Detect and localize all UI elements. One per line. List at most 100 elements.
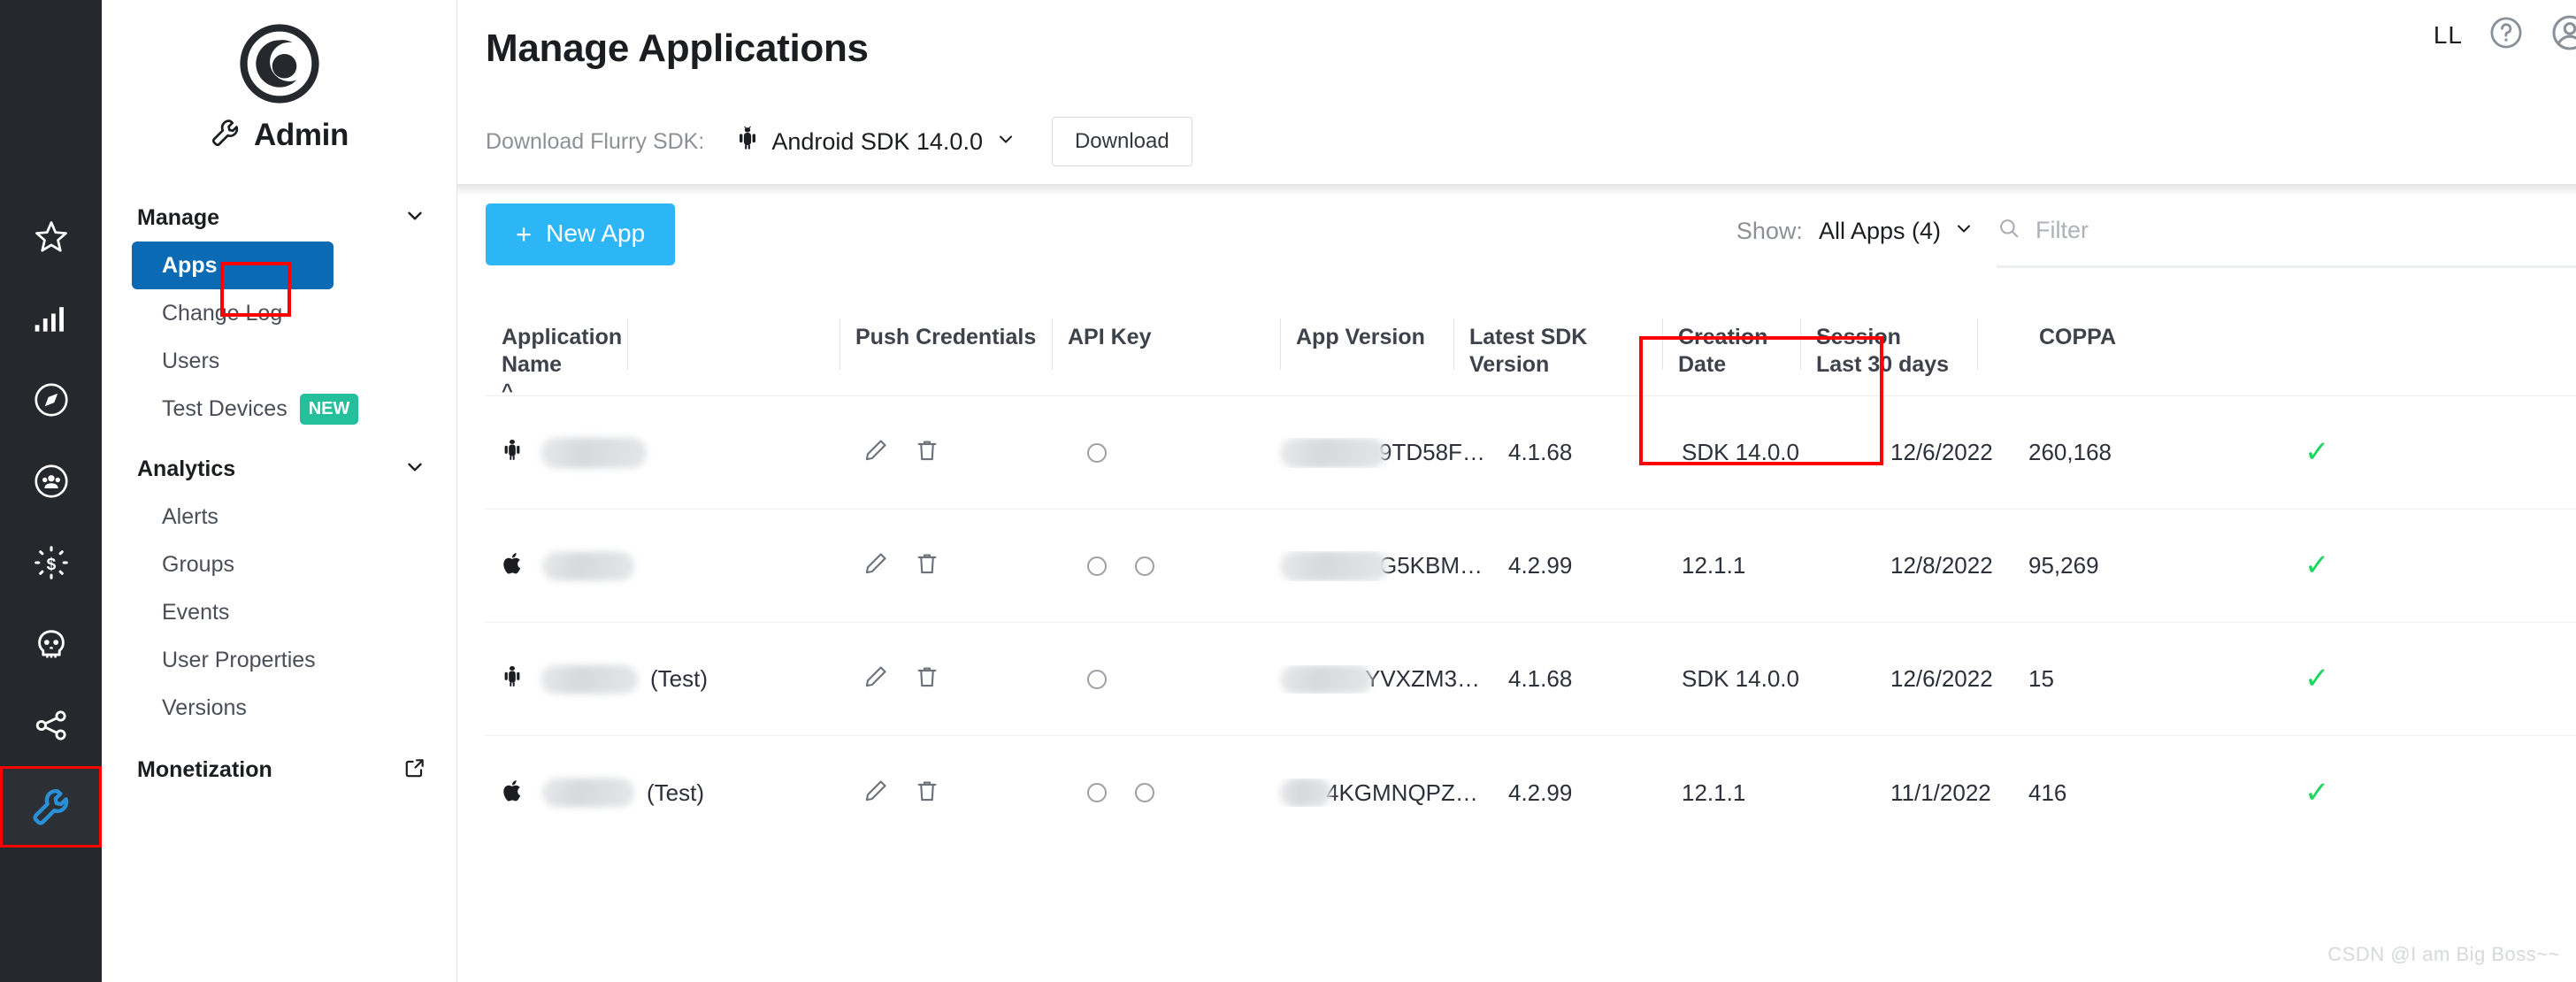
watermark: CSDN @I am Big Boss~~ bbox=[2327, 943, 2560, 965]
check-icon: ✓ bbox=[2304, 549, 2330, 582]
rail-item-crash[interactable] bbox=[0, 603, 102, 685]
redacted-app-name bbox=[542, 551, 634, 580]
table-row[interactable]: 9TD58F… 4.1.68 SDK 14.0.0 12/6/2022 260,… bbox=[486, 396, 2576, 510]
filter-field[interactable] bbox=[1997, 216, 2576, 257]
cell-api-key[interactable]: 9TD58F… bbox=[1264, 437, 1492, 468]
help-icon[interactable] bbox=[2488, 14, 2525, 56]
sidebar-item-test-devices[interactable]: Test Devices NEW bbox=[102, 385, 456, 433]
filter-input[interactable] bbox=[2036, 217, 2576, 244]
edit-pencil-icon[interactable] bbox=[862, 664, 889, 694]
sidebar-item-versions[interactable]: Versions bbox=[102, 684, 456, 732]
cell-creation-date: 11/1/2022 bbox=[1890, 779, 1991, 806]
chevron-down-icon bbox=[403, 204, 426, 232]
rail-item-monetization[interactable]: $ bbox=[0, 522, 102, 603]
cell-latest-sdk-version: 12.1.1 bbox=[1682, 779, 1746, 806]
table-row[interactable]: (Test) YVXZM3… 4.1.68 SDK 14.0.0 12/6/20… bbox=[486, 623, 2576, 736]
edit-pencil-icon[interactable] bbox=[862, 550, 889, 581]
cell-api-key[interactable]: YVXZM3… bbox=[1264, 664, 1492, 694]
cell-row-actions bbox=[840, 550, 1052, 581]
column-header-application-name[interactable]: Application Name ^ bbox=[486, 299, 627, 403]
show-select[interactable]: All Apps (4) bbox=[1819, 218, 1974, 245]
brand-logo bbox=[102, 0, 456, 104]
sidebar-item-groups[interactable]: Groups bbox=[102, 541, 456, 588]
cell-coppa: ✓ bbox=[2189, 437, 2384, 468]
delete-trash-icon[interactable] bbox=[914, 437, 940, 468]
column-header-coppa[interactable]: COPPA bbox=[1977, 299, 2172, 370]
chevron-down-icon bbox=[995, 128, 1016, 156]
cell-sessions: 260,168 bbox=[2028, 439, 2112, 465]
edit-pencil-icon[interactable] bbox=[862, 778, 889, 809]
push-credential-slot[interactable] bbox=[1087, 442, 1107, 463]
sidebar-item-apps[interactable]: Apps bbox=[132, 242, 334, 289]
column-header-session[interactable]: Session Last 30 days bbox=[1800, 299, 1977, 378]
sidebar-item-alerts[interactable]: Alerts bbox=[102, 493, 456, 541]
flurry-logo-icon bbox=[239, 24, 319, 104]
column-header-creation-date-line1: Creation bbox=[1678, 325, 1768, 349]
sidebar-item-users[interactable]: Users bbox=[102, 337, 456, 385]
delete-trash-icon[interactable] bbox=[914, 778, 940, 809]
table-row[interactable]: (Test) 4KGMNQPZ… 4.2.99 12.1.1 11/1/2022… bbox=[486, 736, 2576, 849]
sidebar-item-events[interactable]: Events bbox=[102, 588, 456, 636]
download-button[interactable]: Download bbox=[1051, 117, 1192, 166]
rail-item-explorer[interactable] bbox=[0, 359, 102, 441]
check-icon: ✓ bbox=[2304, 775, 2330, 809]
android-icon bbox=[736, 126, 759, 158]
push-credential-slot[interactable] bbox=[1087, 669, 1107, 689]
table-row[interactable]: G5KBM… 4.2.99 12.1.1 12/8/2022 95,269 ✓ bbox=[486, 510, 2576, 623]
push-credential-slot[interactable] bbox=[1135, 783, 1154, 802]
cell-latest-sdk-version: 12.1.1 bbox=[1682, 552, 1746, 579]
sidebar-item-versions-label: Versions bbox=[162, 694, 247, 720]
avatar[interactable] bbox=[2549, 12, 2576, 58]
app-name-suffix: (Test) bbox=[647, 779, 704, 806]
cell-push-credentials bbox=[1052, 556, 1264, 576]
sidebar-group-analytics[interactable]: Analytics bbox=[102, 445, 456, 493]
sidebar-group-analytics-label: Analytics bbox=[137, 456, 236, 481]
cell-application-name bbox=[486, 437, 840, 468]
show-label: Show: bbox=[1736, 218, 1803, 244]
sidebar-item-user-properties-label: User Properties bbox=[162, 647, 316, 672]
cell-push-credentials bbox=[1052, 783, 1264, 802]
column-header-app-version-label: App Version bbox=[1296, 325, 1425, 349]
sdk-download-label: Download Flurry SDK: bbox=[486, 128, 705, 154]
sidebar-item-monetization[interactable]: Monetization bbox=[102, 746, 456, 794]
sdk-version-select[interactable]: Android SDK 14.0.0 bbox=[736, 126, 1016, 158]
cell-coppa: ✓ bbox=[2189, 778, 2384, 809]
check-icon: ✓ bbox=[2304, 435, 2330, 469]
app-name-suffix: (Test) bbox=[650, 665, 708, 692]
cell-app-version: 4.1.68 bbox=[1508, 665, 1573, 692]
sidebar-item-test-devices-label: Test Devices bbox=[162, 395, 288, 421]
cell-api-key[interactable]: 4KGMNQPZ… bbox=[1264, 779, 1492, 807]
delete-trash-icon[interactable] bbox=[914, 550, 940, 581]
sidebar-group-manage-label: Manage bbox=[137, 204, 220, 230]
cell-api-key[interactable]: G5KBM… bbox=[1264, 550, 1492, 581]
column-header-creation-date[interactable]: Creation Date bbox=[1662, 299, 1800, 378]
push-credential-slot[interactable] bbox=[1087, 556, 1107, 576]
external-link-icon bbox=[403, 756, 426, 784]
new-app-button[interactable]: + New App bbox=[486, 203, 676, 265]
audience-icon bbox=[31, 461, 72, 502]
rail-item-share[interactable] bbox=[0, 685, 102, 766]
sidebar-item-change-log[interactable]: Change Log bbox=[102, 289, 456, 337]
sidebar-item-user-properties[interactable]: User Properties bbox=[102, 636, 456, 684]
cell-latest-sdk-version: SDK 14.0.0 bbox=[1682, 439, 1799, 465]
column-header-application-name-label: Application Name bbox=[502, 325, 623, 377]
sidebar-group-manage[interactable]: Manage bbox=[102, 194, 456, 242]
sidebar-item-users-label: Users bbox=[162, 348, 220, 373]
column-header-app-version[interactable]: App Version bbox=[1280, 299, 1453, 370]
compass-icon bbox=[31, 380, 72, 420]
column-header-push-credentials[interactable]: Push Credentials bbox=[840, 299, 1052, 370]
push-credential-slot[interactable] bbox=[1087, 783, 1107, 802]
column-header-latest-sdk-version[interactable]: Latest SDK Version bbox=[1453, 299, 1662, 378]
rail-item-analytics[interactable] bbox=[0, 278, 102, 359]
rail-item-admin[interactable] bbox=[0, 766, 102, 848]
rail-item-audience[interactable] bbox=[0, 441, 102, 522]
table-toolbar: + New App Show: All Apps (4) bbox=[457, 184, 2576, 299]
push-credential-slot[interactable] bbox=[1135, 556, 1154, 576]
sidebar-item-groups-label: Groups bbox=[162, 551, 234, 577]
edit-pencil-icon[interactable] bbox=[862, 437, 889, 468]
cell-app-version: 4.2.99 bbox=[1508, 552, 1573, 579]
delete-trash-icon[interactable] bbox=[914, 664, 940, 694]
column-header-api-key[interactable]: API Key bbox=[1052, 299, 1280, 370]
rail-item-star[interactable] bbox=[0, 196, 102, 278]
sidebar: Admin Manage Apps Change Log Users Test … bbox=[102, 0, 457, 982]
